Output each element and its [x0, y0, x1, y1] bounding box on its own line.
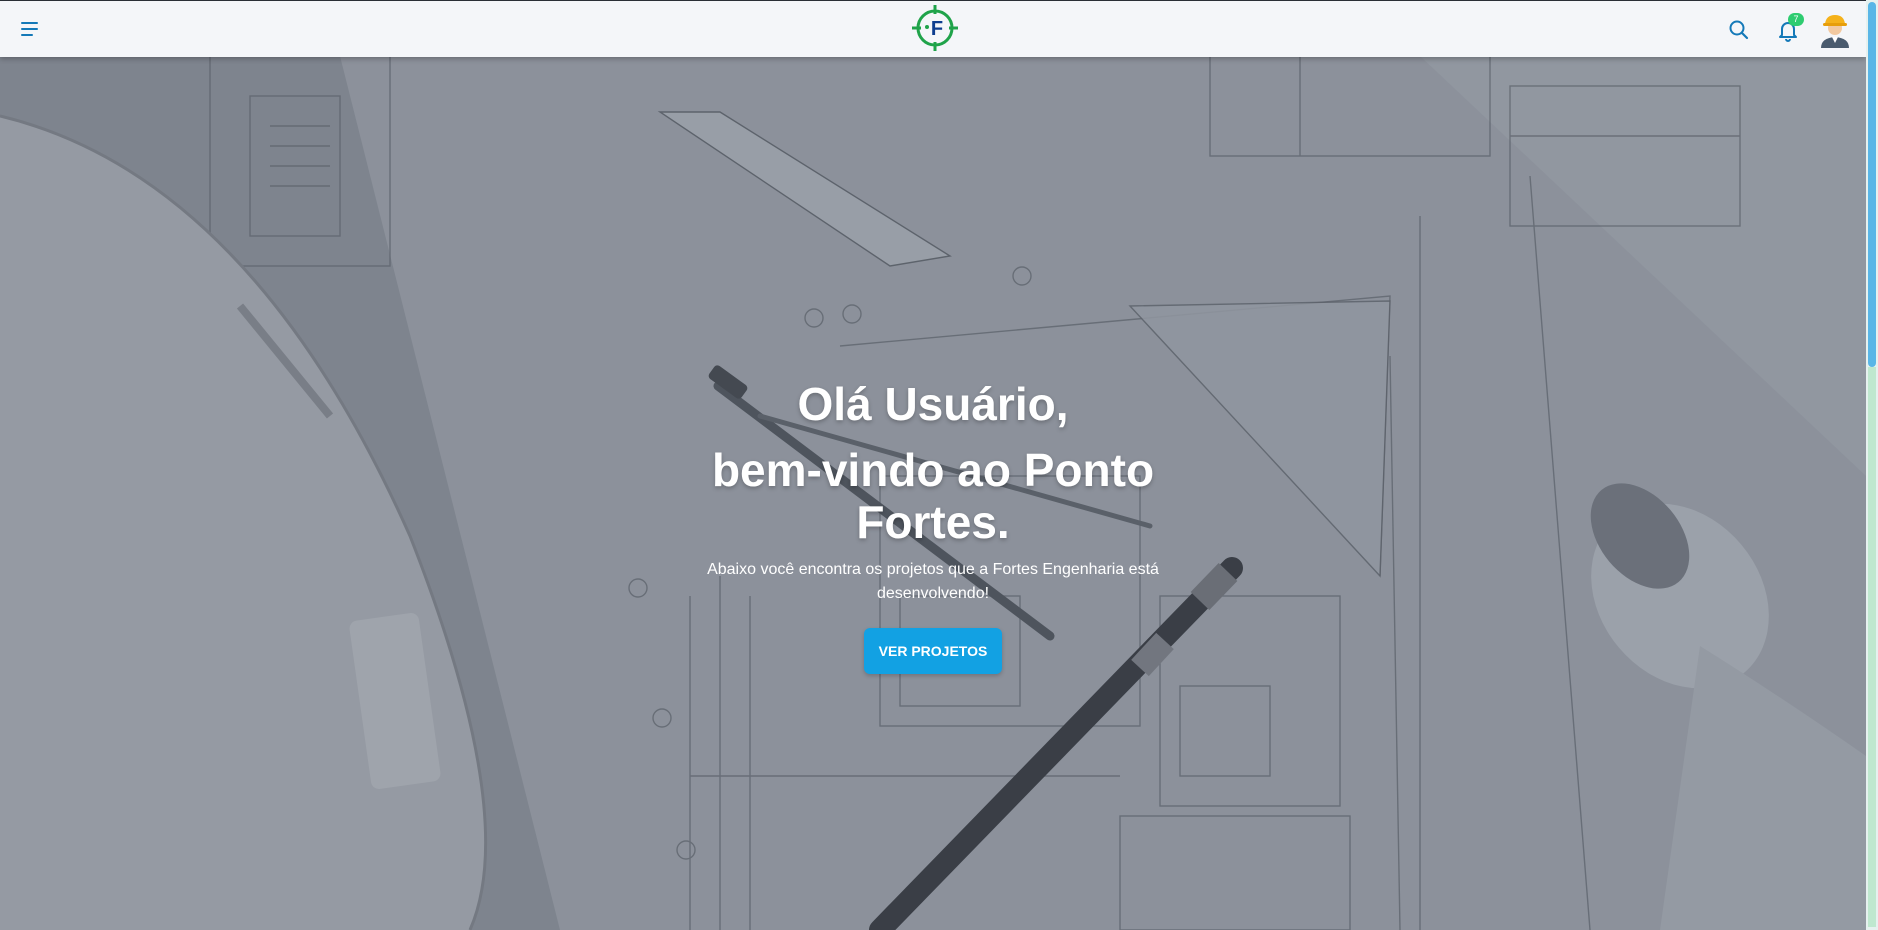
menu-button[interactable]	[18, 18, 44, 40]
search-icon[interactable]	[1726, 17, 1752, 43]
scrollbar-thumb[interactable]	[1868, 2, 1876, 367]
notification-badge: 7	[1788, 13, 1804, 26]
hamburger-line	[21, 28, 38, 30]
top-navbar: F 7	[0, 0, 1866, 57]
logo-letter: F	[931, 18, 943, 40]
welcome-title: bem-vindo ao Ponto Fortes.	[711, 444, 1155, 548]
hero-section: Olá Usuário, bem-vindo ao Ponto Fortes. …	[0, 56, 1866, 930]
greeting-title: Olá Usuário,	[797, 378, 1069, 430]
hamburger-menu-icon	[21, 22, 38, 24]
page-scrollbar[interactable]	[1866, 0, 1878, 930]
view-projects-button[interactable]: VER PROJETOS	[863, 628, 1003, 674]
hero-subtitle: Abaixo você encontra os projetos que a F…	[707, 561, 1159, 602]
engineer-avatar-icon[interactable]	[1818, 12, 1852, 48]
hero-content: Olá Usuário, bem-vindo ao Ponto Fortes. …	[695, 378, 1171, 674]
crosshair-logo-icon[interactable]: F	[911, 4, 959, 52]
scrollbar-track	[1868, 367, 1876, 927]
hamburger-line	[21, 34, 33, 36]
